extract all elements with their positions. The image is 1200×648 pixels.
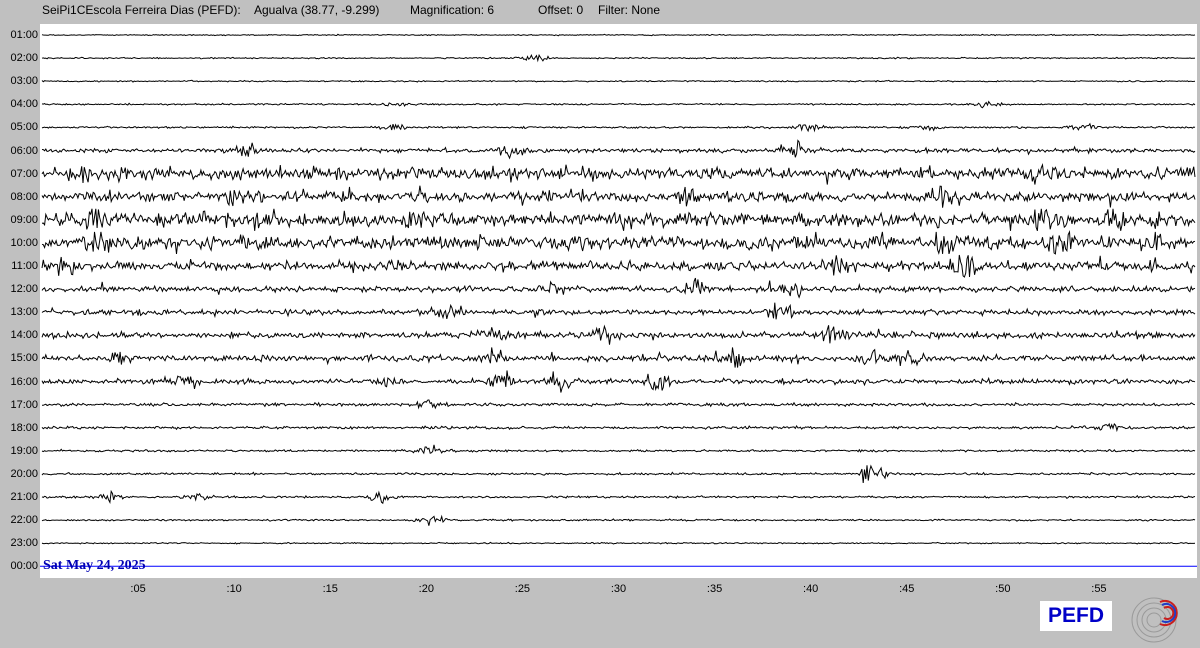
seal-logo-icon — [1131, 597, 1178, 643]
minute-tick-label: :15 — [322, 583, 338, 595]
helicorder-plot — [40, 24, 1197, 578]
hour-label: 18:00 — [10, 421, 38, 434]
hour-label: 06:00 — [10, 144, 38, 157]
station-location: Agualva (38.77, -9.299) — [254, 3, 380, 17]
hour-label: 20:00 — [10, 467, 38, 480]
hour-label: 21:00 — [10, 491, 38, 503]
seismogram-trace-1200 — [41, 277, 1196, 299]
seismogram-trace-1600 — [41, 370, 1196, 393]
hour-label: 17:00 — [10, 398, 38, 411]
hour-label: 01:00 — [10, 29, 38, 41]
hour-label: 10:00 — [10, 236, 38, 249]
hour-label: 15:00 — [10, 352, 38, 365]
seismogram-canvas — [40, 33, 1197, 567]
hour-label: 08:00 — [10, 190, 38, 203]
seismogram-trace-2200 — [41, 514, 1196, 526]
magnification-readout: Magnification: 6 — [410, 3, 495, 17]
minute-tick-label: :50 — [995, 583, 1011, 595]
minute-tick-label: :40 — [803, 583, 819, 595]
seismogram-trace-0200 — [41, 53, 1196, 63]
minute-tick-label: :30 — [610, 583, 627, 595]
seismogram-trace-1900 — [41, 444, 1196, 455]
minute-tick-label: :45 — [899, 583, 915, 595]
station-logo: PEFD — [1040, 601, 1112, 631]
seismogram-trace-1500 — [41, 347, 1196, 368]
seismogram-trace-0300 — [41, 79, 1196, 83]
seismogram-trace-1700 — [41, 399, 1196, 410]
hour-label: 09:00 — [10, 213, 38, 226]
hour-label: 07:00 — [10, 167, 38, 180]
minute-tick-label: :20 — [418, 583, 434, 595]
filter-readout: Filter: None — [598, 3, 661, 17]
date-label: Sat May 24, 2025 — [43, 558, 146, 573]
hour-label: 14:00 — [10, 329, 38, 342]
hour-label: 13:00 — [10, 306, 38, 319]
seismogram-trace-2100 — [41, 489, 1196, 505]
seismogram-trace-1800 — [41, 422, 1196, 433]
seismogram-trace-1000 — [41, 229, 1196, 255]
minute-tick-label: :05 — [130, 583, 146, 595]
seismogram-trace-1400 — [41, 324, 1196, 345]
seismogram-trace-2000 — [41, 464, 1196, 484]
hour-label: 11:00 — [11, 260, 38, 272]
seismogram-trace-0700 — [41, 163, 1196, 185]
seismogram-trace-0400 — [41, 100, 1196, 109]
hour-label: 22:00 — [10, 514, 38, 527]
hour-label: 04:00 — [10, 98, 38, 111]
station-name: SeiPi1CEscola Ferreira Dias (PEFD): — [42, 3, 241, 17]
hour-label: 16:00 — [10, 375, 38, 388]
seismogram-trace-0900 — [41, 208, 1196, 231]
minute-tick-label: :55 — [1091, 583, 1107, 595]
seismogram-trace-0500 — [41, 122, 1196, 133]
hour-label: 00:00 — [10, 560, 38, 573]
seismogram-trace-2300 — [41, 541, 1196, 545]
hour-label: 03:00 — [10, 75, 38, 88]
seismogram-trace-1300 — [41, 302, 1196, 320]
minute-tick-label: :10 — [226, 583, 242, 595]
hour-label: 05:00 — [10, 121, 38, 134]
minute-tick-label: :35 — [706, 583, 723, 595]
offset-readout: Offset: 0 — [538, 3, 584, 17]
hour-label: 12:00 — [10, 283, 38, 296]
seismogram-trace-1100 — [41, 254, 1196, 278]
hour-label: 23:00 — [10, 537, 38, 550]
hour-label: 02:00 — [10, 52, 38, 65]
seismogram-trace-0800 — [41, 185, 1196, 208]
hour-label: 19:00 — [10, 444, 38, 457]
seismogram-trace-0100 — [41, 33, 1196, 37]
minute-tick-label: :25 — [514, 583, 531, 595]
seismogram-trace-0600 — [41, 139, 1196, 160]
